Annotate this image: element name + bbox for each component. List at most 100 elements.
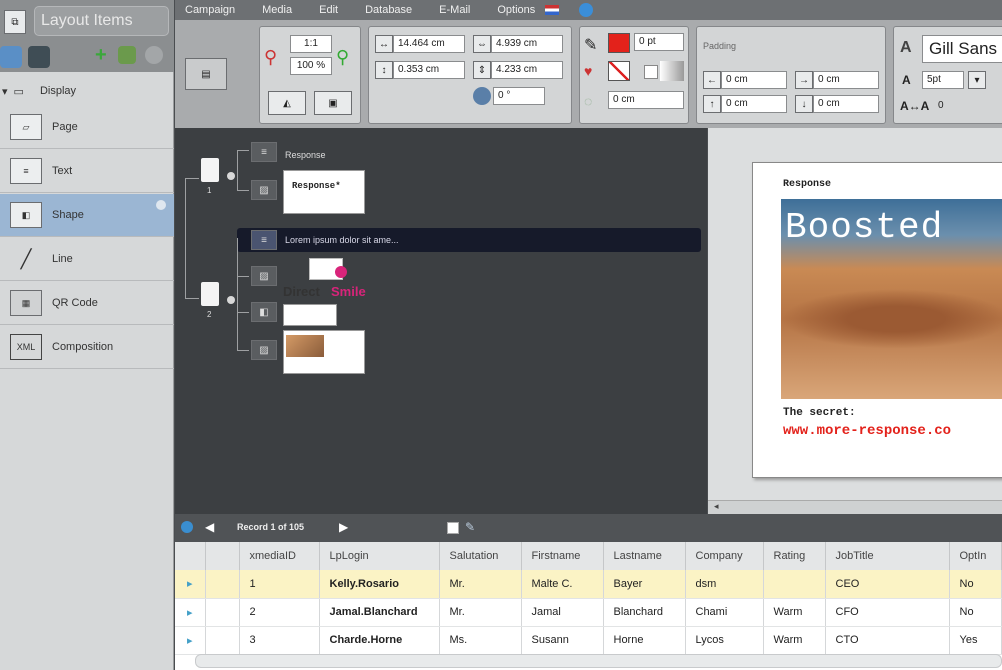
text-element-icon[interactable]: ≡ [251,230,277,250]
item-page[interactable]: ▱ Page [0,106,174,149]
width-field[interactable]: 4.939 cm [491,35,563,53]
cell[interactable]: Ms. [439,626,522,655]
cell[interactable]: Blanchard [603,598,686,627]
help-icon[interactable] [579,3,594,17]
record-checkbox[interactable] [447,522,459,534]
response-thumbnail[interactable]: Response* [283,170,365,214]
zoom-out-icon[interactable]: ⚲ [264,47,277,68]
item-line[interactable]: ╱ Line [0,238,174,281]
cell[interactable]: CTO [825,626,950,655]
table-row[interactable]: ▸ 2 Jamal.Blanchard Mr. Jamal Blanchard … [175,598,1002,627]
pad-bottom-field[interactable]: 0 cm [813,95,879,113]
col-header-salutation[interactable]: Salutation [439,542,522,570]
height-field[interactable]: 4.233 cm [491,61,563,79]
col-header-optin[interactable]: OptIn [949,542,1002,570]
font-size-field[interactable]: 5pt [922,71,964,89]
cell[interactable]: 3 [239,626,320,655]
item-shape[interactable]: ◧ Shape [0,194,174,237]
menu-campaign[interactable]: Campaign [185,4,235,16]
rotation-field[interactable]: 0 ° [493,87,545,105]
menu-database[interactable]: Database [365,4,412,16]
add-icon[interactable]: + [95,44,107,67]
pad-top-field[interactable]: 0 cm [721,95,787,113]
cell[interactable]: Kelly.Rosario [319,570,440,599]
col-header-lplogin[interactable]: LpLogin [319,542,440,570]
scroll-left-icon[interactable]: ◂ [714,501,719,512]
image-element-icon[interactable]: ▨ [251,266,277,286]
col-header-firstname[interactable]: Firstname [521,542,604,570]
shape-element-icon[interactable]: ◧ [251,302,277,322]
expand-node-icon[interactable] [227,296,235,304]
table-row[interactable]: ▸ 3 Charde.Horne Ms. Susann Horne Lycos … [175,626,1002,655]
cell[interactable]: Mr. [439,598,522,627]
item-qr-code[interactable]: ▦ QR Code [0,282,174,325]
cell[interactable]: 2 [239,598,320,627]
globe-icon[interactable] [0,46,22,68]
cell[interactable]: 1 [239,570,320,599]
cell[interactable]: Chami [685,598,764,627]
edit-record-icon[interactable]: ✎ [465,520,475,534]
page-icon[interactable] [201,282,219,306]
image-element-icon[interactable]: ▨ [251,180,277,200]
row-checkbox-cell[interactable] [205,598,240,627]
font-name-field[interactable]: Gill Sans [922,35,1002,63]
row-checkbox-cell[interactable] [205,626,240,655]
cell[interactable]: Warm [763,598,826,627]
item-text[interactable]: ≡ Text [0,150,174,193]
col-header-jobtitle[interactable]: JobTitle [825,542,950,570]
horizontal-scrollbar[interactable]: ◂ [708,500,1002,514]
corner-radius-field[interactable]: 0 cm [608,91,684,109]
cell[interactable] [763,570,826,599]
cell[interactable]: Bayer [603,570,686,599]
cell[interactable]: dsm [685,570,764,599]
next-record-icon[interactable]: ▶ [339,520,348,534]
cell[interactable]: Malte C. [521,570,604,599]
preview-page[interactable]: Response Boosted The secret: www.more-re… [752,162,1002,478]
text-element-icon[interactable]: ≡ [251,142,277,162]
table-row[interactable]: ▸ 1 Kelly.Rosario Mr. Malte C. Bayer dsm… [175,570,1002,599]
print-icon[interactable]: ▣ [314,91,352,115]
menu-email[interactable]: E-Mail [439,4,470,16]
cell[interactable]: CFO [825,598,950,627]
page-thumbnail[interactable] [283,330,365,374]
cell[interactable]: Charde.Horne [319,626,440,655]
transparency-toggle[interactable] [644,65,658,79]
cell[interactable]: Horne [603,626,686,655]
cell[interactable]: Mr. [439,570,522,599]
image-element-icon[interactable]: ▨ [251,340,277,360]
zoom-ratio[interactable]: 1:1 [290,35,332,53]
col-header-company[interactable]: Company [685,542,764,570]
cell[interactable]: Lycos [685,626,764,655]
delete-icon[interactable] [145,46,163,64]
col-header-lastname[interactable]: Lastname [603,542,686,570]
previous-record-icon[interactable]: ◀ [205,520,214,534]
duplicate-icon[interactable] [118,46,136,64]
pad-right-field[interactable]: 0 cm [813,71,879,89]
cell[interactable]: Jamal.Blanchard [319,598,440,627]
row-checkbox-cell[interactable] [205,570,240,599]
cell[interactable]: CEO [825,570,950,599]
cell[interactable]: Jamal [521,598,604,627]
perspective-icon[interactable]: ◭ [268,91,306,115]
pad-left-field[interactable]: 0 cm [721,71,787,89]
zoom-percent[interactable]: 100 % [290,57,332,75]
cell[interactable]: Warm [763,626,826,655]
display-section[interactable]: ▾ ▭ Display [0,80,174,102]
chevron-down-icon[interactable]: ▾ [968,71,986,89]
cell[interactable]: No [949,570,1002,599]
stroke-width-field[interactable]: 0 pt [634,33,684,51]
properties-icon[interactable]: ▤ [185,58,227,90]
stroke-color-swatch[interactable] [608,33,630,53]
shape-thumbnail[interactable] [283,304,337,326]
y-position-field[interactable]: 0.353 cm [393,61,465,79]
menu-edit[interactable]: Edit [319,4,338,16]
menu-options[interactable]: Options [497,4,535,16]
col-header-xmediaid[interactable]: xmediaID [239,542,320,570]
x-position-field[interactable]: 14.464 cm [393,35,465,53]
menu-media[interactable]: Media [262,4,292,16]
expand-node-icon[interactable] [227,172,235,180]
cell[interactable]: Susann [521,626,604,655]
fill-none-swatch[interactable] [608,61,630,81]
col-header-rating[interactable]: Rating [763,542,826,570]
gradient-swatch[interactable] [660,61,684,81]
